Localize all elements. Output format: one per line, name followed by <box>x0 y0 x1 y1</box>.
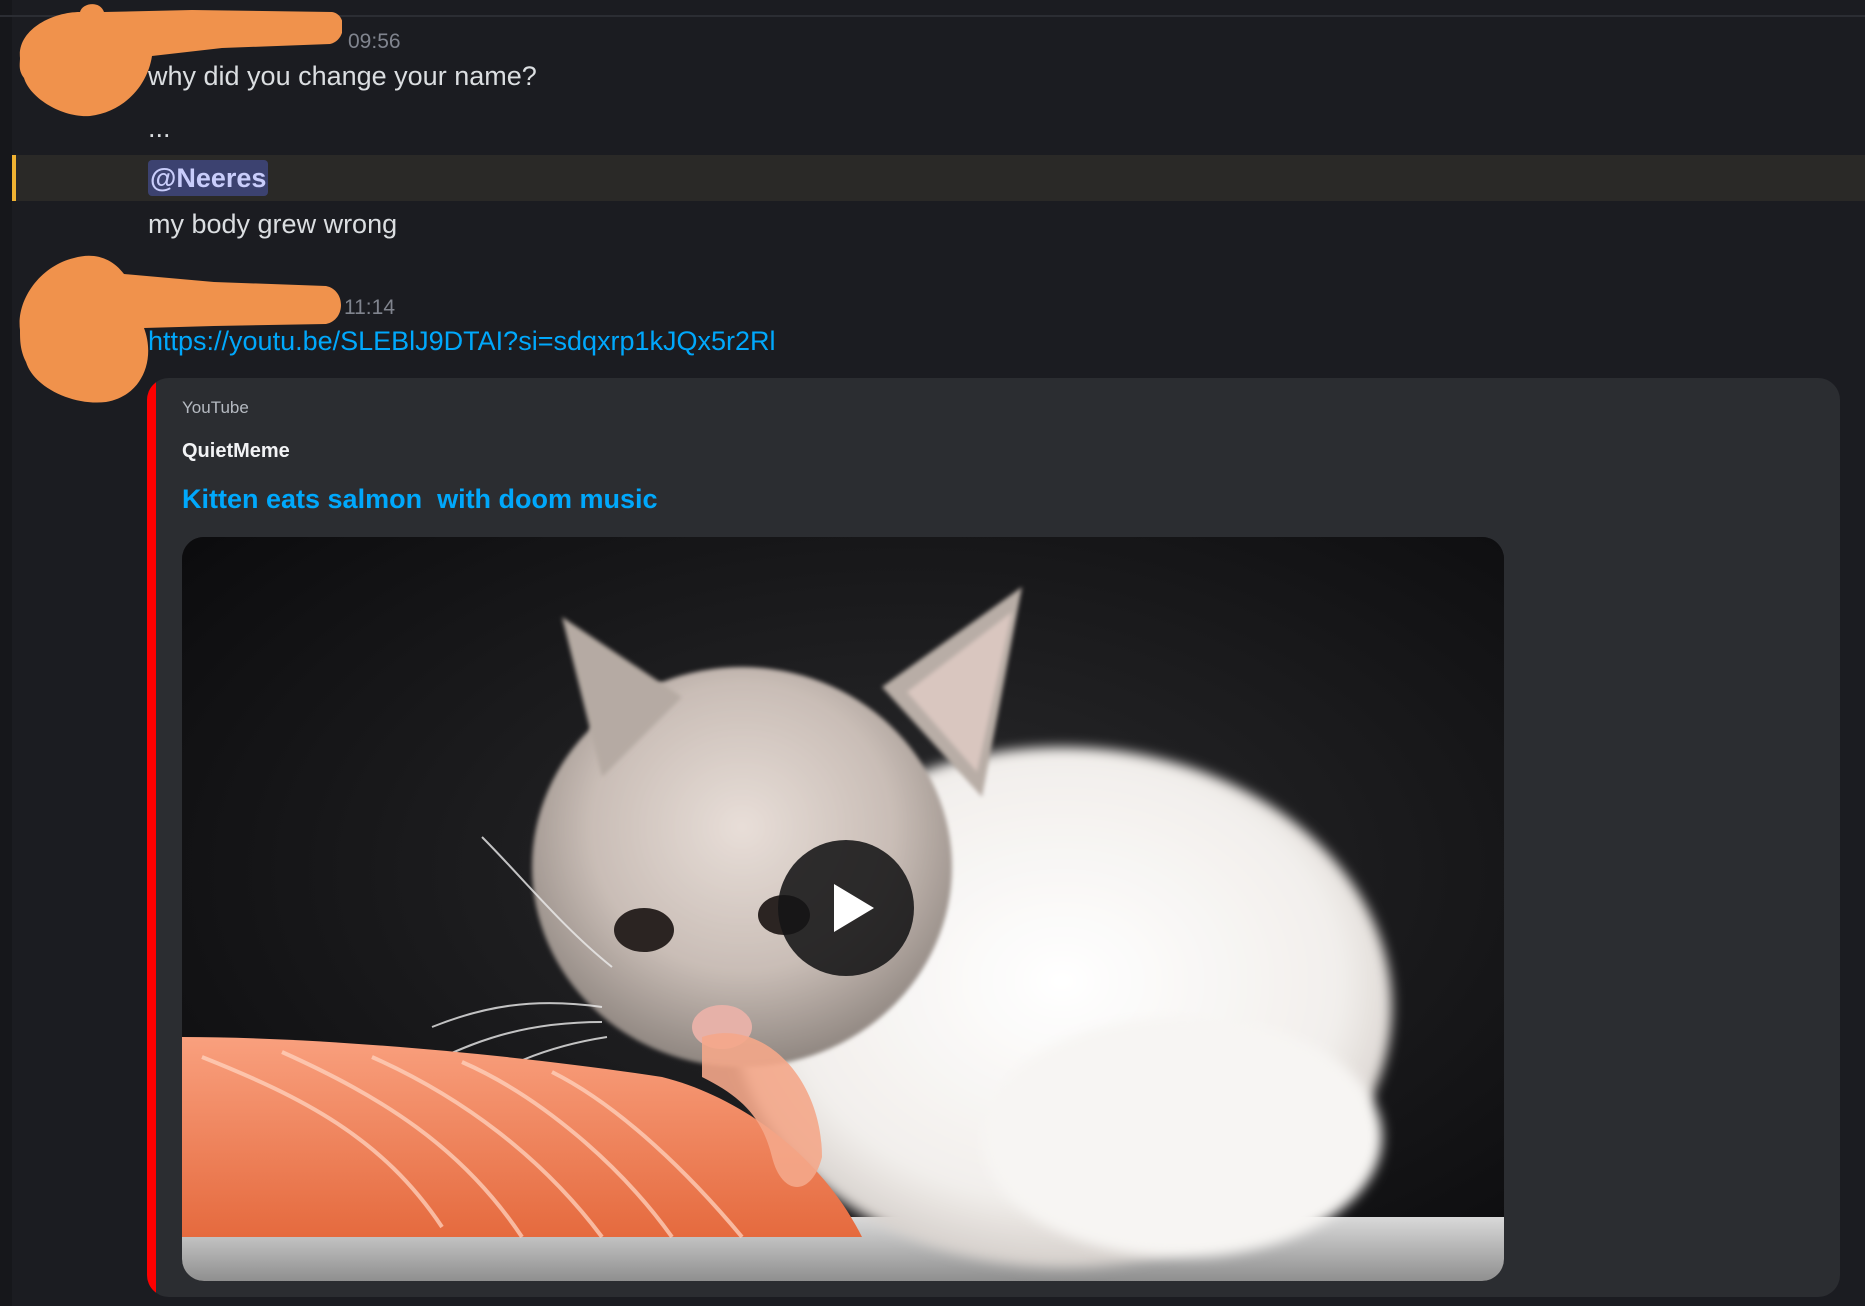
youtube-link[interactable]: https://youtu.be/SLEBlJ9DTAI?si=sdqxrp1k… <box>148 326 776 357</box>
embed-accent-bar <box>147 378 156 1297</box>
message-text: my body grew wrong <box>148 209 398 239</box>
mention-highlight-bar <box>12 155 16 201</box>
play-icon <box>834 884 874 932</box>
embed-provider[interactable]: YouTube <box>182 398 249 418</box>
play-button[interactable] <box>778 840 914 976</box>
link-embed-card: YouTube QuietMeme Kitten eats salmon wit… <box>147 378 1840 1297</box>
mention-highlight-row: @Neeres <box>12 155 1865 201</box>
user-mention[interactable]: @Neeres <box>148 160 269 196</box>
video-thumbnail[interactable] <box>182 537 1504 1281</box>
message-timestamp: 11:14 <box>344 296 395 319</box>
embed-author[interactable]: QuietMeme <box>182 440 290 463</box>
message-text: why did you change your name? <box>148 61 537 91</box>
redacted-avatar-and-username <box>19 4 342 117</box>
embed-video-title[interactable]: Kitten eats salmon with doom music <box>182 484 658 515</box>
message-timestamp: 09:56 <box>348 30 401 53</box>
message-text: ... <box>148 113 171 143</box>
left-edge <box>0 0 12 1306</box>
